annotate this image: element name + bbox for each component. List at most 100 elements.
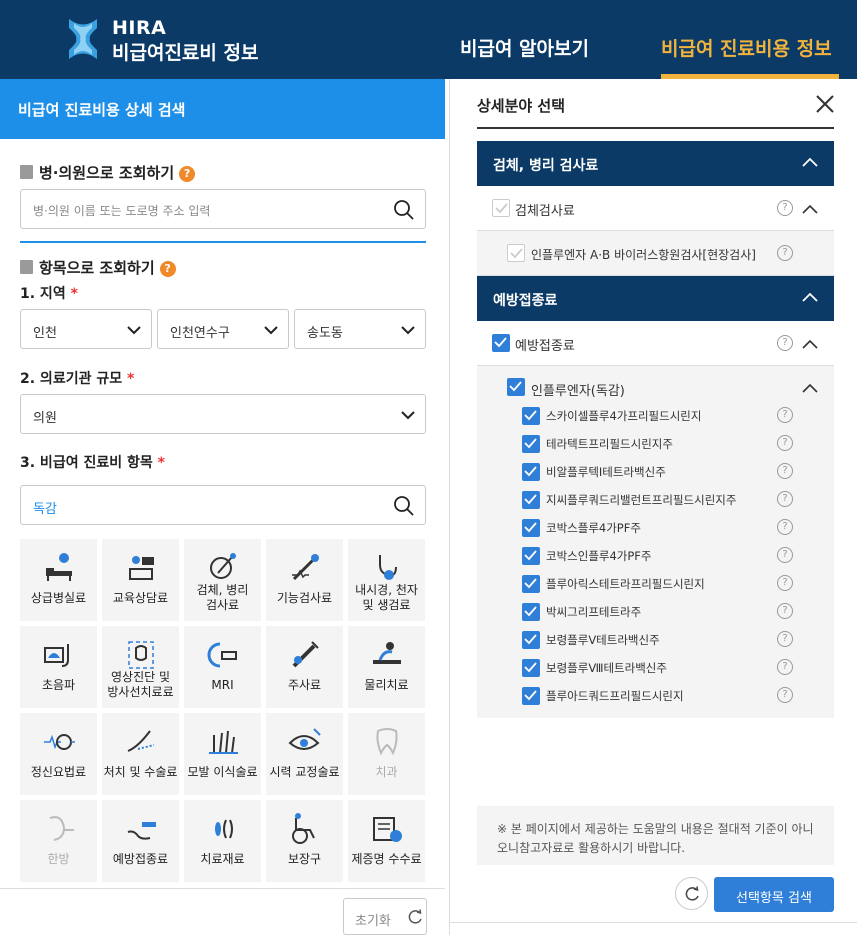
help-icon[interactable]: ? bbox=[777, 603, 793, 619]
help-icon[interactable]: ? bbox=[777, 407, 793, 423]
category-vaccination[interactable]: 예방접종료 bbox=[102, 800, 179, 882]
help-icon[interactable]: ? bbox=[777, 687, 793, 703]
checkbox[interactable] bbox=[522, 491, 540, 509]
checkbox[interactable] bbox=[522, 659, 540, 677]
region-dong-select[interactable]: 송도동 bbox=[294, 309, 426, 349]
help-icon[interactable]: ? bbox=[777, 547, 793, 563]
region-label: 1. 지역 * bbox=[20, 286, 78, 302]
category-surgery[interactable]: 처치 및 수술료 bbox=[102, 713, 179, 795]
help-icon[interactable]: ? bbox=[179, 166, 196, 182]
group-header-vaccination[interactable]: 예방접종료 bbox=[477, 276, 834, 321]
help-icon[interactable]: ? bbox=[777, 245, 793, 261]
category-label: 물리치료 bbox=[364, 678, 409, 692]
category-injection[interactable]: 주사료 bbox=[266, 626, 343, 708]
vaccine-item[interactable]: 테라텍트프리필드시린지주? bbox=[522, 433, 822, 455]
checkbox[interactable] bbox=[522, 575, 540, 593]
category-pathology[interactable]: 검체, 병리 검사료 bbox=[184, 539, 261, 621]
category-tooth[interactable]: 치과 bbox=[348, 713, 425, 795]
building-icon bbox=[20, 165, 33, 179]
category-label: MRI bbox=[211, 678, 234, 692]
checkbox[interactable] bbox=[522, 631, 540, 649]
top-header: HIRA 비급여진료비 정보 비급여 알아보기 비급여 진료비용 정보 bbox=[0, 0, 857, 79]
checkbox[interactable] bbox=[522, 687, 540, 705]
category-label: 치료재료 bbox=[200, 852, 245, 866]
help-icon[interactable]: ? bbox=[777, 200, 793, 216]
checkbox[interactable] bbox=[522, 547, 540, 565]
close-icon[interactable] bbox=[815, 94, 835, 114]
item-search-input[interactable]: 독감 bbox=[20, 485, 426, 525]
checkbox[interactable] bbox=[507, 378, 525, 396]
help-icon[interactable]: ? bbox=[777, 491, 793, 507]
chevron-up-icon[interactable] bbox=[802, 204, 818, 214]
category-certificate[interactable]: 제증명 수수료 bbox=[348, 800, 425, 882]
vaccine-item[interactable]: 플루아드쿼드프리필드시린지? bbox=[522, 685, 822, 707]
checkbox[interactable] bbox=[522, 435, 540, 453]
vaccine-item[interactable]: 비알플루텍I테트라백신주? bbox=[522, 461, 822, 483]
checkbox[interactable] bbox=[507, 244, 525, 262]
hospital-bed-icon bbox=[46, 553, 72, 581]
vaccine-item[interactable]: 코박스인플루4가PF주? bbox=[522, 545, 822, 567]
vaccine-item[interactable]: 코박스플루4가PF주? bbox=[522, 517, 822, 539]
region-city-select[interactable]: 인천 bbox=[20, 309, 152, 349]
checkbox[interactable] bbox=[522, 519, 540, 537]
help-icon[interactable]: ? bbox=[777, 435, 793, 451]
checkbox[interactable] bbox=[522, 603, 540, 621]
vaccine-item[interactable]: 스카이셀플루4가프리필드시린지? bbox=[522, 405, 822, 427]
facility-scale-select[interactable]: 의원 bbox=[20, 394, 426, 434]
xray-icon bbox=[128, 641, 154, 669]
chevron-up-icon[interactable] bbox=[802, 383, 818, 393]
category-endoscope[interactable]: 내시경, 천자 및 생검료 bbox=[348, 539, 425, 621]
region-district-select[interactable]: 인천연수구 bbox=[157, 309, 289, 349]
nav-noncovered-info[interactable]: 비급여 알아보기 bbox=[460, 34, 589, 61]
vaccine-item[interactable]: 지씨플루쿼드리밸런트프리필드시린지주? bbox=[522, 489, 822, 511]
hospital-search-input[interactable]: 병·의원 이름 또는 도로명 주소 입력 bbox=[20, 189, 426, 229]
help-icon[interactable]: ? bbox=[159, 261, 176, 277]
checkbox[interactable] bbox=[522, 407, 540, 425]
help-icon[interactable]: ? bbox=[777, 575, 793, 591]
search-selected-button[interactable]: 선택항목 검색 bbox=[714, 877, 834, 912]
nav-noncovered-cost[interactable]: 비급여 진료비용 정보 bbox=[661, 34, 832, 61]
category-function-test[interactable]: 기능검사료 bbox=[266, 539, 343, 621]
brand-subtitle[interactable]: 비급여진료비 정보 bbox=[112, 38, 258, 65]
category-ultrasound[interactable]: 초음파 bbox=[20, 626, 97, 708]
category-treatment-material[interactable]: 치료재료 bbox=[184, 800, 261, 882]
category-label: 처치 및 수술료 bbox=[103, 765, 178, 779]
category-hair-transplant[interactable]: 모발 이식술료 bbox=[184, 713, 261, 795]
category-psychotherapy[interactable]: 정신요법료 bbox=[20, 713, 97, 795]
vaccine-item[interactable]: 보령플루Ⅴ테트라백신주? bbox=[522, 629, 822, 651]
vaccine-item[interactable]: 플루아릭스테트라프리필드시린지? bbox=[522, 573, 822, 595]
checkbox[interactable] bbox=[492, 334, 510, 352]
category-xray[interactable]: 영상진단 및 방사선치료료 bbox=[102, 626, 179, 708]
category-oriental-medicine[interactable]: 한방 bbox=[20, 800, 97, 882]
brand-title[interactable]: HIRA bbox=[112, 17, 166, 39]
help-icon[interactable]: ? bbox=[777, 519, 793, 535]
category-mri[interactable]: MRI bbox=[184, 626, 261, 708]
group-header-pathology[interactable]: 검체, 병리 검사료 bbox=[477, 141, 834, 186]
search-icon[interactable] bbox=[393, 199, 415, 221]
category-physical-therapy[interactable]: 물리치료 bbox=[348, 626, 425, 708]
help-icon[interactable]: ? bbox=[777, 631, 793, 647]
checkbox[interactable] bbox=[492, 199, 510, 217]
vaccine-item[interactable]: 보령플루Ⅷ테트라백신주? bbox=[522, 657, 822, 679]
category-label: 기능검사료 bbox=[276, 591, 333, 605]
oriental-medicine-icon bbox=[49, 816, 74, 841]
chevron-up-icon[interactable] bbox=[802, 339, 818, 349]
vaccine-item[interactable]: 박씨그리프테트라주? bbox=[522, 601, 822, 623]
item-section-title: 항목으로 조회하기? bbox=[20, 257, 176, 278]
category-label: 검체, 병리 bbox=[196, 583, 249, 597]
category-counseling[interactable]: 교육상담료 bbox=[102, 539, 179, 621]
vaccine-label: 지씨플루쿼드리밸런트프리필드시린지주 bbox=[546, 493, 737, 507]
category-label: 시력 교정술료 bbox=[269, 765, 340, 779]
category-hospital-bed[interactable]: 상급병실료 bbox=[20, 539, 97, 621]
help-icon[interactable]: ? bbox=[777, 659, 793, 675]
help-notice: ※ 본 페이지에서 제공하는 도움말의 내용은 절대적 기준이 아니 오니참고자… bbox=[477, 806, 834, 865]
reset-selection-button[interactable] bbox=[675, 877, 708, 910]
category-label-line2: 및 생검료 bbox=[362, 598, 411, 612]
category-eye-surgery[interactable]: 시력 교정술료 bbox=[266, 713, 343, 795]
category-wheelchair[interactable]: 보장구 bbox=[266, 800, 343, 882]
search-icon[interactable] bbox=[393, 495, 415, 517]
help-icon[interactable]: ? bbox=[777, 335, 793, 351]
reset-button[interactable]: 초기화 bbox=[343, 898, 427, 935]
help-icon[interactable]: ? bbox=[777, 463, 793, 479]
checkbox[interactable] bbox=[522, 463, 540, 481]
